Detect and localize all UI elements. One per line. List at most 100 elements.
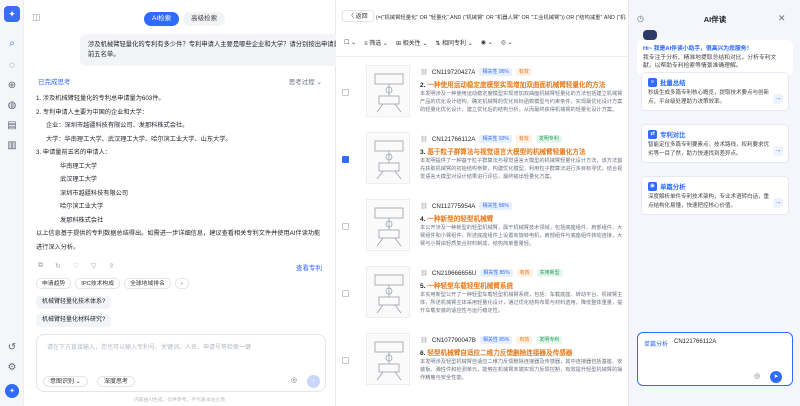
chip-global-ranking[interactable]: 全球地域排名 bbox=[124, 278, 171, 289]
settings-icon[interactable]: ⚙ bbox=[5, 360, 19, 374]
patent-drawing-thumbnail[interactable] bbox=[366, 65, 410, 117]
feature-desc: 深度解析单件专利技术架构，专业术语转白话，重点结构化易懂，快速把控核心价值。 bbox=[648, 194, 770, 209]
history-icon[interactable]: ↺ bbox=[5, 340, 19, 354]
result-checkbox[interactable] bbox=[342, 156, 349, 163]
chat-input-box[interactable]: 请在下方直接输入，您也可以输入专利号、关键词、人名、申请号等检索一键 意图识别 … bbox=[36, 334, 326, 392]
patent-number[interactable]: CN219666656U bbox=[432, 270, 476, 277]
ai-feature-card[interactable]: ◉ 单篇分析 深度解析单件专利技术架构，专业术语转白话，重点结构化易懂，快速把控核心… bbox=[641, 176, 789, 215]
ai-input-mode[interactable]: 单篇分析 bbox=[644, 339, 668, 348]
arrow-right-icon[interactable]: → bbox=[773, 146, 783, 156]
result-tag: 相关性 92% bbox=[479, 135, 512, 143]
filter-item[interactable]: ⊞ 相关性 ⌄ bbox=[396, 38, 427, 47]
send-button[interactable]: ↑ bbox=[307, 375, 320, 388]
answer-line: 大学：华南理工大学、武汉理工大学、哈尔滨工业大学、山东大学。 bbox=[46, 135, 232, 143]
sidebar-toggle-icon[interactable]: ◫ bbox=[32, 12, 41, 23]
back-button[interactable]: 〈 返回 bbox=[342, 10, 374, 22]
title-highlight[interactable]: 一种使用运动稳定度模型实现增加双曲面机械臂轻量化的方法 bbox=[427, 82, 605, 89]
arrow-right-icon[interactable]: → bbox=[773, 198, 783, 208]
result-tag: 相关性 85% bbox=[479, 336, 513, 344]
mic-icon[interactable]: ◎ bbox=[291, 376, 297, 384]
intent-select[interactable]: 意图识别 ⌄ bbox=[43, 376, 88, 387]
ai-send-button[interactable]: ➤ bbox=[770, 371, 782, 383]
link-icon[interactable]: ⛓ bbox=[420, 269, 428, 277]
filter-item[interactable]: ☐ ⌄ bbox=[344, 39, 356, 46]
link-icon[interactable]: ⛓ bbox=[420, 336, 428, 344]
patent-drawing-thumbnail[interactable] bbox=[366, 333, 410, 385]
patent-title[interactable]: 4. 一种新型的轻型机械臂 bbox=[420, 213, 626, 223]
link-icon[interactable]: ⛓ bbox=[420, 202, 428, 210]
result-checkbox[interactable] bbox=[342, 223, 349, 230]
avatar[interactable]: ✦ bbox=[5, 384, 19, 398]
ai-input-box[interactable]: 单篇分析 CN121766112A ◎ ➤ bbox=[637, 332, 793, 386]
book-icon[interactable]: ▥ bbox=[5, 138, 19, 152]
thumbs-down-icon[interactable]: ▽ bbox=[91, 262, 96, 272]
title-highlight[interactable]: 一种轻型车载轻型机械臂系统 bbox=[427, 283, 513, 290]
document-icon[interactable]: ▤ bbox=[5, 118, 19, 132]
app-logo[interactable]: ✦ bbox=[4, 6, 20, 22]
patent-number[interactable]: CN119720427A bbox=[432, 69, 476, 76]
result-checkbox[interactable] bbox=[342, 290, 349, 297]
filter-item[interactable]: ◉ ⌄ bbox=[481, 39, 493, 46]
result-checkbox[interactable] bbox=[342, 89, 349, 96]
patent-drawing-thumbnail[interactable] bbox=[366, 266, 410, 318]
tab-ai-search[interactable]: AI检索 bbox=[144, 12, 180, 26]
title-highlight[interactable]: 一种新型的轻型机械臂 bbox=[427, 216, 493, 223]
patent-number[interactable]: CN121766112A bbox=[432, 136, 476, 143]
filter-item[interactable]: ⇅ 相同专利 ⌄ bbox=[435, 38, 472, 47]
share-icon[interactable]: ⇪ bbox=[109, 262, 115, 272]
patent-drawing-thumbnail[interactable] bbox=[366, 132, 410, 184]
title-highlight[interactable]: 轻型机械臂自适应二维力反馈删除连接器及传感器 bbox=[427, 350, 572, 357]
result-tag: 有效 bbox=[515, 68, 532, 76]
ai-feature-card[interactable]: ⇄ 专利对比 智能定位多篇专利要素点，技术路线，权利要求优劣等一目了然，助力快速找到… bbox=[641, 124, 789, 163]
deep-think-toggle[interactable]: 深度思考 bbox=[97, 376, 136, 387]
chip-application-trend[interactable]: 申请趋势 bbox=[36, 278, 72, 289]
suggestion-item[interactable]: 机械臂轻量化材料研究? bbox=[36, 314, 112, 327]
arrow-right-icon[interactable]: → bbox=[773, 94, 783, 104]
result-item[interactable]: ⛓ CN219666656U 相关性 85% 有效 实用新型 5. 一种轻型车载轻型机械臂… bbox=[336, 263, 628, 330]
greeting: Hi~ 我是AI伴读小助手，很高兴为您服务！ 我专注于分析、精准地提取总结和对比… bbox=[637, 40, 793, 76]
suggestion-item[interactable]: 机械臂轻量化技术体系? bbox=[36, 296, 112, 309]
feature-icon: ≡ bbox=[648, 77, 657, 87]
result-checkbox[interactable] bbox=[342, 357, 349, 364]
patent-number[interactable]: CN107790047B bbox=[432, 337, 476, 344]
patent-number[interactable]: CN112775954A bbox=[432, 203, 476, 210]
refresh-icon[interactable]: ↻ bbox=[55, 262, 61, 272]
chip-ipc-composition[interactable]: IPC技术构成 bbox=[75, 278, 121, 289]
results-topbar: 〈 返回 (=("机械臂轻量化" OR "轻量化" AND ("机械臂" OR … bbox=[336, 8, 628, 24]
link-icon[interactable]: ⛓ bbox=[420, 68, 428, 76]
result-item[interactable]: ⛓ CN121766112A 相关性 92% 有效 发明专利 3. 基于粒子群算法与视觉语… bbox=[336, 129, 628, 196]
result-tag: 相关性 85% bbox=[480, 269, 513, 277]
view-patents-link[interactable]: 查看专利 bbox=[296, 262, 322, 272]
link-icon[interactable]: ⛓ bbox=[420, 135, 428, 143]
close-icon[interactable]: ✕ bbox=[778, 13, 786, 24]
answer-line: 3. 申请量前五名的申请人： bbox=[36, 149, 111, 156]
chat-input-placeholder[interactable]: 请在下方直接输入，您也可以输入专利号、关键词、人名、申请号等检索一键 bbox=[47, 342, 251, 351]
patent-title[interactable]: 6. 轻型机械臂自适应二维力反馈删除连接器及传感器 bbox=[420, 347, 626, 357]
chat-icon[interactable]: ◌ bbox=[5, 58, 19, 72]
chip-more[interactable]: › bbox=[174, 278, 189, 289]
ai-feature-card[interactable]: ≡ 批量总结 秒级生成多篇专利核心概览，提取技术要点与创新点，平台级处理助力决策效率… bbox=[641, 72, 789, 111]
patent-title[interactable]: 5. 一种轻型车载轻型机械臂系统 bbox=[420, 280, 626, 290]
patent-title[interactable]: 2. 一种使用运动稳定度模型实现增加双曲面机械臂轻量化的方法 bbox=[420, 79, 626, 89]
filter-item[interactable]: ≡ 筛选 ⌄ bbox=[364, 38, 388, 47]
divider bbox=[336, 56, 628, 57]
tab-advanced-search[interactable]: 高级检索 bbox=[183, 12, 226, 26]
patent-drawing-thumbnail[interactable] bbox=[366, 199, 410, 251]
patent-title[interactable]: 3. 基于粒子群算法与视觉语言大模型的机械臂轻量化方法 bbox=[420, 146, 626, 156]
patent-number-row: ⛓ CN121766112A 相关性 92% 有效 发明专利 bbox=[420, 135, 562, 143]
result-item[interactable]: ⛓ CN112775954A 相关性 86% 4. 一种新型的轻型机械臂 本公开涉及一种… bbox=[336, 196, 628, 263]
result-item[interactable]: ⛓ CN119720427A 相关性 95% 有效 2. 一种使用运动稳定度模型实现增加… bbox=[336, 62, 628, 129]
compass-icon[interactable]: ◍ bbox=[5, 98, 19, 112]
filter-item[interactable]: ◎ ⌄ bbox=[501, 39, 513, 46]
copy-icon[interactable]: ⧉ bbox=[38, 262, 43, 272]
patent-abstract: 本发明提供了一种基于粒子群算法与视觉语言大模型的机械臂轻量化设计方法，该方法首先… bbox=[420, 158, 623, 180]
globe-icon[interactable]: ⊕ bbox=[5, 78, 19, 92]
result-item[interactable]: ⛓ CN107790047B 相关性 85% 有效 发明专利 6. 轻型机械臂自适应二维力… bbox=[336, 330, 628, 397]
search-icon[interactable]: ⌕ bbox=[5, 36, 19, 50]
thumbs-up-icon[interactable]: ♡ bbox=[73, 262, 79, 272]
ai-input-value[interactable]: CN121766112A bbox=[674, 339, 716, 345]
query-string[interactable]: (=("机械臂轻量化" OR "轻量化" AND ("机械臂" OR "机器人臂… bbox=[376, 13, 626, 21]
title-highlight[interactable]: 基于粒子群算法与视觉语言大模型的机械臂轻量化方法 bbox=[427, 149, 585, 156]
mic-icon[interactable]: ◎ bbox=[754, 372, 760, 380]
thinking-toggle[interactable]: 思考过程 ⌄ bbox=[289, 76, 322, 86]
